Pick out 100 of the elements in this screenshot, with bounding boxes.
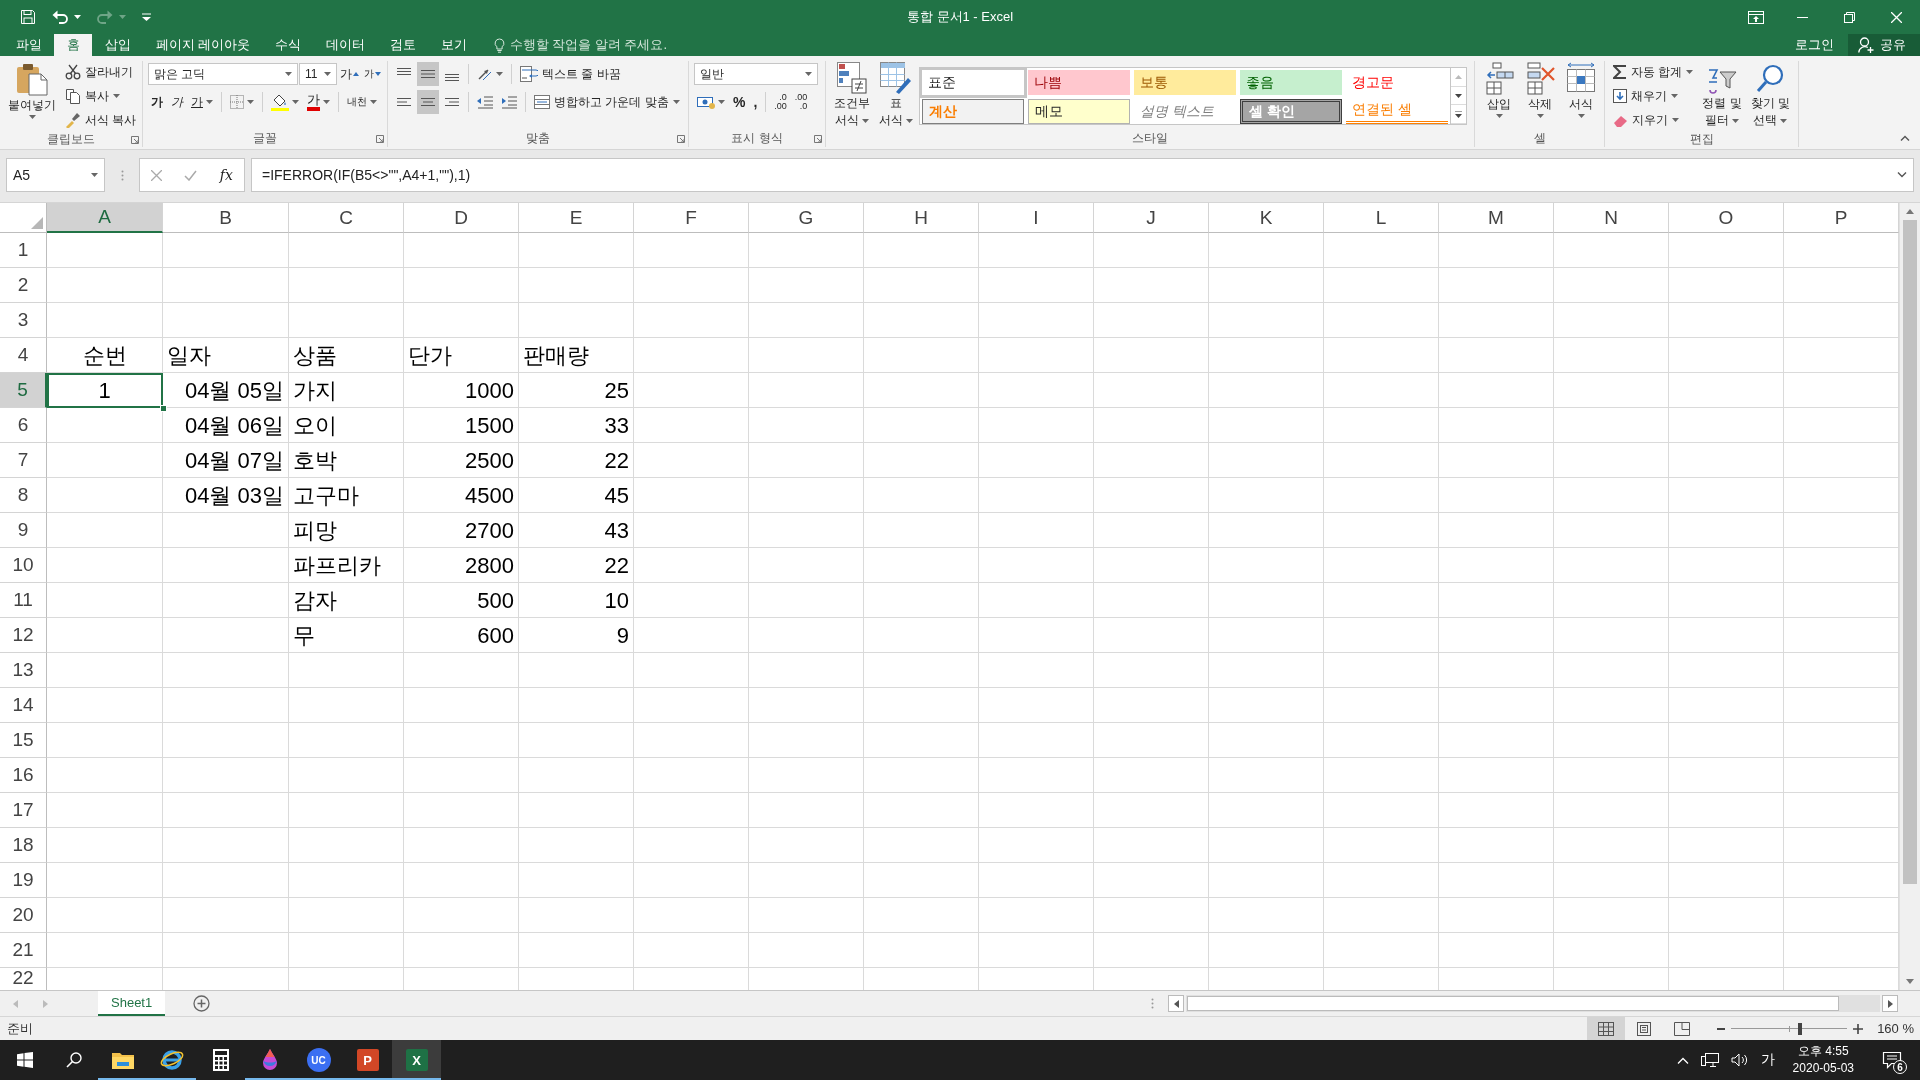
row-header[interactable]: 5 <box>0 373 47 408</box>
column-header[interactable]: I <box>979 203 1094 233</box>
taskbar-app-button[interactable]: X <box>392 1040 441 1080</box>
autosum-button[interactable]: 자동 합계 <box>1610 61 1697 83</box>
copy-button[interactable]: 복사 <box>62 85 140 107</box>
dialog-launcher-icon[interactable] <box>376 134 384 143</box>
column-header[interactable]: G <box>749 203 864 233</box>
dialog-launcher-icon[interactable] <box>131 135 139 144</box>
conditional-formatting-button[interactable]: 조건부 서식 <box>831 61 873 130</box>
row-header[interactable]: 11 <box>0 583 47 618</box>
sign-in-link[interactable]: 로그인 <box>1781 34 1848 56</box>
table-cell[interactable]: 04월 05일 <box>163 373 289 408</box>
row-header[interactable]: 3 <box>0 303 47 338</box>
wrap-text-button[interactable]: 텍스트 줄 바꿈 <box>517 63 624 85</box>
table-cell[interactable]: 22 <box>519 548 634 583</box>
underline-button[interactable]: 가 <box>188 90 216 114</box>
table-cell[interactable]: 고구마 <box>289 478 404 513</box>
table-cell[interactable]: 1 <box>47 373 163 408</box>
row-header[interactable]: 8 <box>0 478 47 513</box>
table-cell[interactable]: 상품 <box>289 338 404 373</box>
row-header[interactable]: 4 <box>0 338 47 373</box>
table-cell[interactable]: 500 <box>404 583 519 618</box>
row-header[interactable]: 16 <box>0 758 47 793</box>
increase-decimal-button[interactable]: .0 .00 <box>771 93 790 111</box>
shrink-font-button[interactable]: 가 <box>362 62 383 86</box>
format-cells-button[interactable]: 서식 <box>1562 61 1600 130</box>
row-header[interactable]: 20 <box>0 898 47 933</box>
normal-view-button[interactable] <box>1587 1017 1626 1040</box>
sort-filter-button[interactable]: 정렬 및 필터 <box>1699 61 1745 131</box>
scroll-left-button[interactable] <box>1168 995 1184 1012</box>
input-method-button[interactable]: 가 <box>1760 1051 1775 1069</box>
ribbon-tab[interactable]: 삽입 <box>92 34 143 56</box>
column-header[interactable]: P <box>1784 203 1899 233</box>
table-cell[interactable]: 600 <box>404 618 519 653</box>
row-header[interactable]: 10 <box>0 548 47 583</box>
font-name-field[interactable]: 맑은 고딕 <box>148 63 298 85</box>
cell-style[interactable]: 보통 <box>1134 70 1236 95</box>
cell-style[interactable]: 좋음 <box>1240 70 1342 95</box>
column-header[interactable]: H <box>864 203 979 233</box>
cell-style[interactable]: 메모 <box>1028 99 1130 124</box>
center-button[interactable] <box>417 90 439 114</box>
percent-button[interactable]: % <box>730 90 749 114</box>
column-header[interactable]: D <box>404 203 519 233</box>
grow-font-button[interactable]: 가 <box>338 62 361 86</box>
table-cell[interactable]: 판매량 <box>519 338 634 373</box>
ribbon-tab[interactable]: 보기 <box>428 34 480 56</box>
table-cell[interactable]: 피망 <box>289 513 404 548</box>
table-cell[interactable]: 4500 <box>404 478 519 513</box>
find-select-button[interactable]: 찾기 및 선택 <box>1747 61 1794 131</box>
middle-align-button[interactable] <box>417 62 439 86</box>
column-header[interactable]: O <box>1669 203 1784 233</box>
row-header[interactable]: 9 <box>0 513 47 548</box>
table-cell[interactable]: 2500 <box>404 443 519 478</box>
ribbon-tab[interactable]: 페이지 레이아웃 <box>143 34 263 56</box>
table-cell[interactable]: 무 <box>289 618 404 653</box>
table-cell[interactable]: 2700 <box>404 513 519 548</box>
table-cell[interactable]: 9 <box>519 618 634 653</box>
scroll-right-button[interactable] <box>1882 995 1898 1012</box>
scroll-thumb[interactable] <box>1903 220 1917 884</box>
fill-button[interactable]: 채우기 <box>1610 85 1697 107</box>
row-header[interactable]: 17 <box>0 793 47 828</box>
font-size-field[interactable]: 11 <box>299 63 337 85</box>
column-header[interactable]: L <box>1324 203 1439 233</box>
ribbon-tab[interactable]: 수식 <box>262 34 314 56</box>
dialog-launcher-icon[interactable] <box>814 134 822 143</box>
row-header[interactable]: 7 <box>0 443 47 478</box>
table-cell[interactable]: 1000 <box>404 373 519 408</box>
table-cell[interactable]: 감자 <box>289 583 404 618</box>
table-cell[interactable]: 오이 <box>289 408 404 443</box>
taskbar-app-button[interactable]: UC <box>294 1040 343 1080</box>
dialog-launcher-icon[interactable] <box>677 134 685 143</box>
zoom-in-button[interactable] <box>1853 1023 1864 1034</box>
table-cell[interactable]: 45 <box>519 478 634 513</box>
name-box[interactable]: A5 <box>6 158 105 192</box>
column-header[interactable]: E <box>519 203 634 233</box>
table-cell[interactable]: 22 <box>519 443 634 478</box>
cell-style[interactable]: 나쁨 <box>1028 70 1130 95</box>
row-header[interactable]: 21 <box>0 933 47 968</box>
bold-button[interactable]: 가 <box>148 90 166 114</box>
table-cell[interactable]: 단가 <box>404 338 519 373</box>
clear-button[interactable]: 지우기 <box>1610 109 1697 131</box>
format-as-table-button[interactable]: 표 서식 <box>876 61 916 130</box>
notifications-button[interactable]: 6 <box>1872 1040 1912 1080</box>
cell-style[interactable]: 경고문 <box>1346 70 1448 95</box>
clock-time[interactable]: 오후 4:55 <box>1797 1043 1849 1060</box>
table-cell[interactable]: 일자 <box>163 338 289 373</box>
table-cell[interactable]: 1500 <box>404 408 519 443</box>
row-header[interactable]: 15 <box>0 723 47 758</box>
table-cell[interactable]: 04월 03일 <box>163 478 289 513</box>
cell-style[interactable]: 표준 <box>922 70 1024 95</box>
paste-button[interactable]: 붙여넣기 <box>5 61 59 131</box>
fill-handle[interactable] <box>160 405 167 412</box>
table-cell[interactable]: 가지 <box>289 373 404 408</box>
volume-button[interactable] <box>1730 1053 1749 1067</box>
column-header[interactable]: J <box>1094 203 1209 233</box>
merge-center-button[interactable]: 병합하고 가운데 맞춤 <box>531 91 683 113</box>
column-header[interactable]: K <box>1209 203 1324 233</box>
zoom-slider[interactable] <box>1731 1022 1848 1035</box>
sheet-tab[interactable]: Sheet1 <box>98 991 166 1016</box>
table-cell[interactable]: 04월 06일 <box>163 408 289 443</box>
